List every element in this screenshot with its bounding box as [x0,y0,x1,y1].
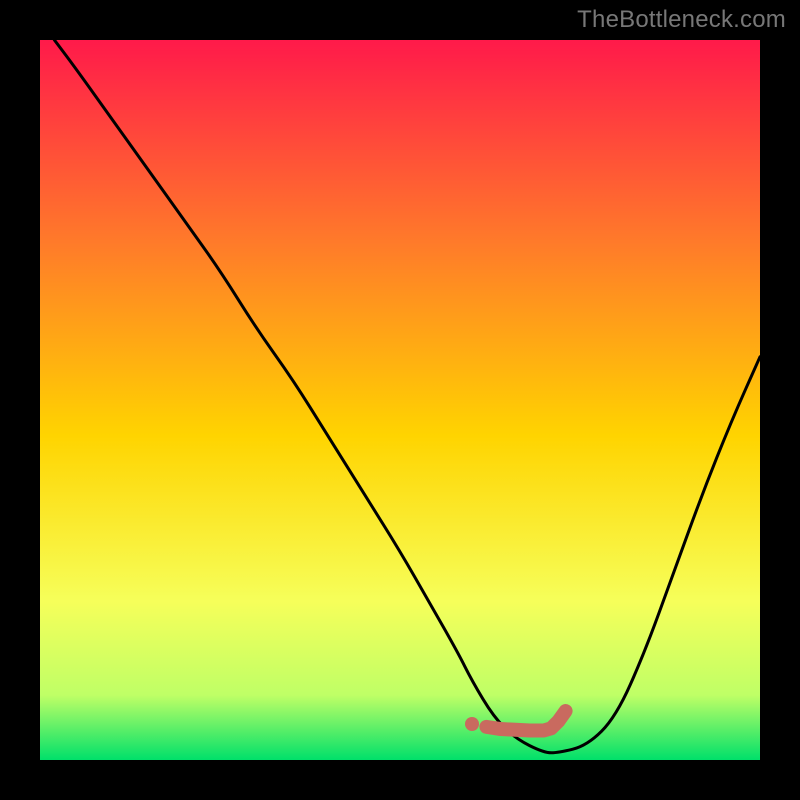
watermark-text: TheBottleneck.com [577,6,786,34]
optimal-start-dot [465,717,479,731]
gradient-background [40,40,760,760]
chart-container: TheBottleneck.com [0,0,800,800]
chart-svg [40,40,760,760]
plot-area [40,40,760,760]
